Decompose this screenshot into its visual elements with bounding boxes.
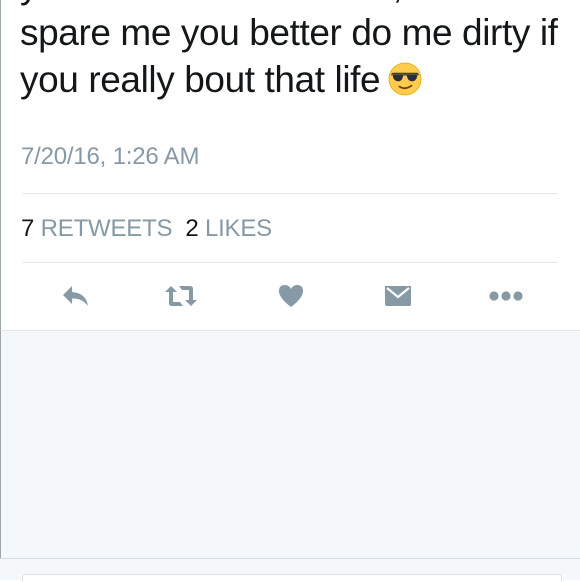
retweet-button[interactable] xyxy=(161,276,201,316)
tweet-text-line: you really bout that life xyxy=(20,56,570,103)
retweets-label: RETWEETS xyxy=(40,215,173,242)
tweet-text-line-content: you really bout that life xyxy=(20,59,381,100)
tweet-text-line: spare me you better do me dirty if xyxy=(20,12,558,53)
retweet-icon xyxy=(165,286,197,306)
direct-message-button[interactable] xyxy=(378,276,418,316)
like-button[interactable] xyxy=(271,276,311,316)
tweet-text: you catch me downbad, don't spare me you… xyxy=(20,0,570,103)
more-button[interactable] xyxy=(486,276,526,316)
direct-message-icon xyxy=(385,286,411,306)
tweet-timestamp[interactable]: 7/20/16, 1:26 AM xyxy=(21,143,199,171)
tweet-stats: 7 RETWEETS 2 LIKES xyxy=(21,215,272,243)
likes-stat[interactable]: 2 LIKES xyxy=(185,215,272,242)
sunglasses-emoji-icon xyxy=(388,62,422,96)
likes-label: LIKES xyxy=(204,215,272,242)
reply-button[interactable] xyxy=(56,276,96,316)
reply-icon xyxy=(63,286,88,306)
more-icon xyxy=(489,291,523,301)
divider xyxy=(23,262,558,263)
tweet-detail: you catch me downbad, don't spare me you… xyxy=(0,0,580,330)
likes-count: 2 xyxy=(185,215,199,242)
reply-input-edge[interactable] xyxy=(22,574,562,582)
retweets-count: 7 xyxy=(21,215,35,242)
tweet-actions xyxy=(1,276,580,316)
tweet-text-line: you catch me downbad, don't xyxy=(20,0,570,9)
heart-icon xyxy=(279,285,303,307)
retweets-stat[interactable]: 7 RETWEETS xyxy=(21,215,173,242)
divider xyxy=(23,193,558,194)
replies-area xyxy=(0,330,580,580)
